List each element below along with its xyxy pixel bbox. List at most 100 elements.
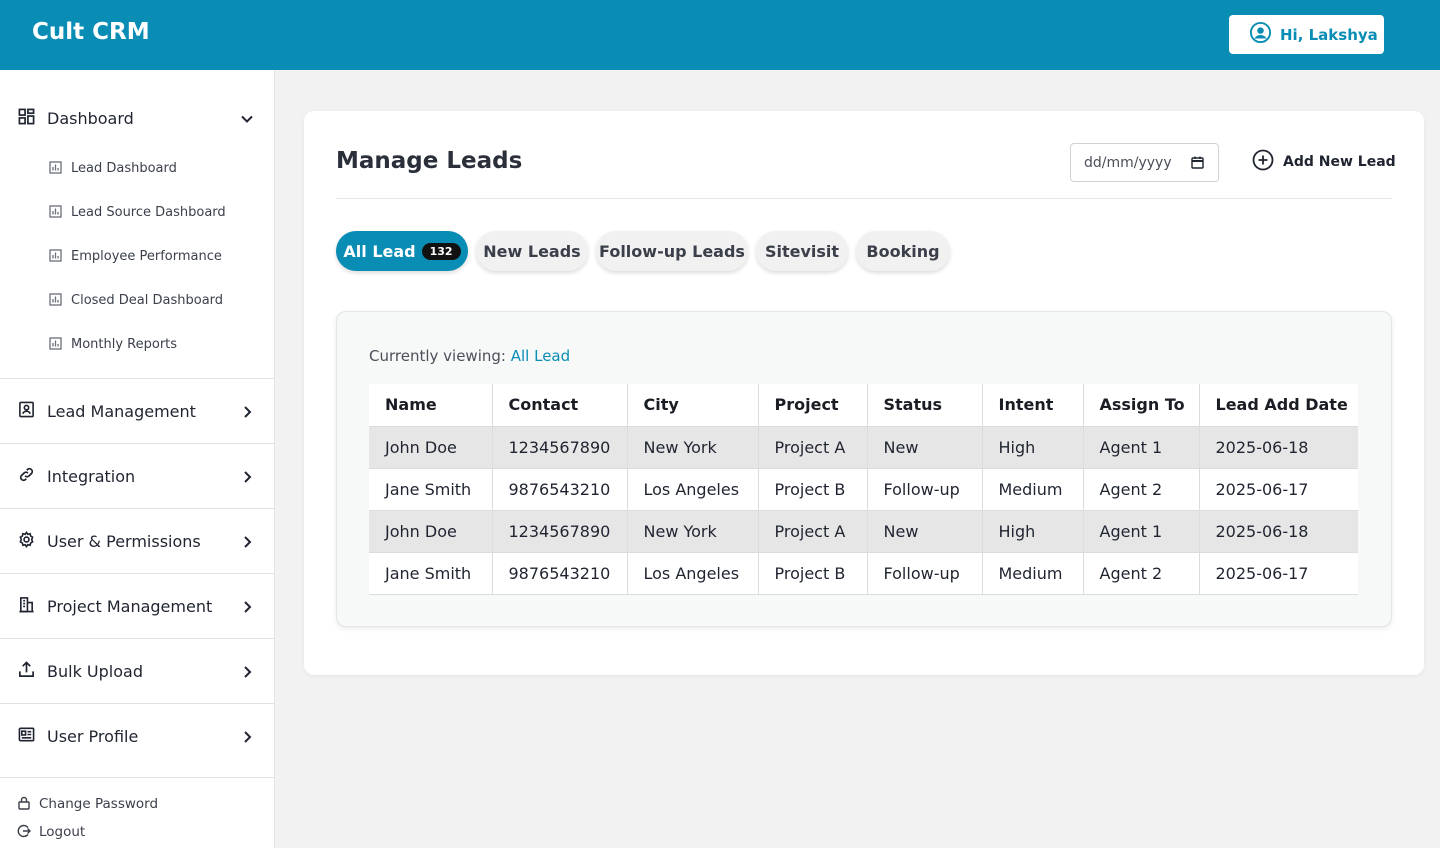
sidebar-item-integration[interactable]: Integration: [0, 443, 274, 508]
sidebar-item-user-permissions[interactable]: User & Permissions: [0, 508, 274, 573]
sidebar-item-lead-dashboard[interactable]: Lead Dashboard: [49, 158, 269, 178]
cell-project: Project A: [758, 510, 868, 553]
cell-status: Follow-up: [867, 552, 983, 595]
sidebar-item-lead-management[interactable]: Lead Management: [0, 378, 274, 443]
sidebar-item-user-profile[interactable]: User Profile: [0, 703, 274, 768]
sidebar-item-employee-performance[interactable]: Employee Performance: [49, 246, 269, 266]
manage-leads-card: Manage Leads dd/mm/yyyy Add New Lead All…: [304, 111, 1424, 675]
chevron-right-icon: [240, 664, 254, 683]
change-password-link[interactable]: Change Password: [17, 795, 158, 813]
plus-circle-icon: [1252, 149, 1274, 175]
cell-project: Project B: [758, 552, 868, 595]
sidebar-footer-divider: [0, 777, 274, 778]
gear-icon: [18, 530, 35, 552]
cell-intent: High: [982, 426, 1084, 469]
chevron-down-icon[interactable]: [240, 111, 254, 130]
cell-name: Jane Smith: [369, 552, 493, 595]
cell-city: Los Angeles: [627, 552, 759, 595]
sidebar-item-monthly-reports[interactable]: Monthly Reports: [49, 334, 269, 354]
cell-lead-add-date: 2025-06-17: [1199, 552, 1358, 595]
sidebar-item-lead-source-dashboard[interactable]: Lead Source Dashboard: [49, 202, 269, 222]
cell-lead-add-date: 2025-06-17: [1199, 468, 1358, 511]
app-title: Cult CRM: [32, 19, 150, 45]
tab-sitevisit[interactable]: Sitevisit: [756, 231, 848, 271]
tab-label: New Leads: [483, 241, 581, 261]
column-header[interactable]: City: [627, 384, 759, 427]
link-icon: [18, 466, 35, 487]
logout-link[interactable]: Logout: [17, 823, 85, 841]
column-header[interactable]: Intent: [982, 384, 1084, 427]
chevron-right-icon: [240, 729, 254, 748]
leads-panel: Currently viewing: All Lead Name Contact…: [336, 311, 1392, 627]
chevron-right-icon: [240, 469, 254, 488]
tab-label: Booking: [866, 241, 940, 261]
cell-contact: 1234567890: [492, 426, 628, 469]
date-filter-input[interactable]: dd/mm/yyyy: [1070, 143, 1219, 182]
cell-contact: 9876543210: [492, 468, 628, 511]
tab-booking[interactable]: Booking: [856, 231, 950, 271]
table-row[interactable]: John Doe 1234567890 New York Project A N…: [369, 510, 1358, 553]
viewing-value: All Lead: [510, 347, 571, 365]
cell-name: John Doe: [369, 426, 493, 469]
tab-new-leads[interactable]: New Leads: [476, 231, 588, 271]
add-new-lead-button[interactable]: Add New Lead: [1252, 149, 1396, 175]
calendar-icon[interactable]: [1191, 156, 1204, 173]
sidebar-item-label: User Profile: [47, 726, 139, 746]
tab-all-lead[interactable]: All Lead 132: [336, 231, 468, 271]
sidebar-item-bulk-upload[interactable]: Bulk Upload: [0, 638, 274, 703]
logout-label: Logout: [39, 824, 86, 840]
viewing-prefix: Currently viewing:: [369, 347, 506, 365]
sidebar-subitem-label: Lead Dashboard: [71, 160, 177, 176]
logout-icon: [17, 823, 31, 842]
lock-icon: [17, 795, 31, 814]
upload-icon: [18, 660, 35, 682]
table-row[interactable]: Jane Smith 9876543210 Los Angeles Projec…: [369, 468, 1358, 511]
sidebar-item-project-management[interactable]: Project Management: [0, 573, 274, 638]
column-header[interactable]: Name: [369, 384, 493, 427]
chevron-right-icon: [240, 599, 254, 618]
sidebar-subitem-label: Employee Performance: [71, 248, 222, 264]
cell-assign-to: Agent 1: [1083, 426, 1200, 469]
cell-status: Follow-up: [867, 468, 983, 511]
chevron-right-icon: [240, 534, 254, 553]
cell-contact: 9876543210: [492, 552, 628, 595]
cell-project: Project B: [758, 468, 868, 511]
column-header[interactable]: Assign To: [1083, 384, 1200, 427]
date-placeholder: dd/mm/yyyy: [1084, 154, 1172, 171]
tab-label: Sitevisit: [764, 241, 840, 261]
building-icon: [18, 596, 35, 617]
profile-card-icon: [18, 726, 35, 747]
cell-project: Project A: [758, 426, 868, 469]
column-header[interactable]: Lead Add Date: [1199, 384, 1358, 427]
cell-city: New York: [627, 510, 759, 553]
sidebar-subitem-label: Monthly Reports: [71, 336, 178, 352]
table-row[interactable]: Jane Smith 9876543210 Los Angeles Projec…: [369, 552, 1358, 595]
leads-table: Name Contact City Project Status Intent …: [369, 384, 1358, 595]
lead-count-badge: 132: [421, 242, 461, 260]
column-header[interactable]: Project: [758, 384, 868, 427]
sidebar-item-dashboard[interactable]: Dashboard: [18, 108, 258, 128]
cell-name: Jane Smith: [369, 468, 493, 511]
tab-label: All Lead: [343, 241, 416, 261]
cell-status: New: [867, 510, 983, 553]
sidebar-item-label: Integration: [47, 466, 136, 486]
user-greeting: Hi, Lakshya: [1280, 25, 1378, 44]
top-header: Cult CRM Hi, Lakshya: [0, 0, 1440, 70]
chart-icon: [49, 335, 62, 354]
cell-lead-add-date: 2025-06-18: [1199, 510, 1358, 553]
column-header[interactable]: Status: [867, 384, 983, 427]
chevron-right-icon: [240, 404, 254, 423]
chart-icon: [49, 247, 62, 266]
sidebar-item-label: Dashboard: [47, 108, 134, 128]
header-divider: [336, 198, 1392, 199]
sidebar-item-closed-deal-dashboard[interactable]: Closed Deal Dashboard: [49, 290, 269, 310]
cell-city: New York: [627, 426, 759, 469]
user-menu-button[interactable]: Hi, Lakshya: [1229, 15, 1384, 54]
table-row[interactable]: John Doe 1234567890 New York Project A N…: [369, 426, 1358, 469]
cell-name: John Doe: [369, 510, 493, 553]
column-header[interactable]: Contact: [492, 384, 628, 427]
cell-assign-to: Agent 2: [1083, 552, 1200, 595]
tab-follow-up-leads[interactable]: Follow-up Leads: [596, 231, 748, 271]
cell-assign-to: Agent 2: [1083, 468, 1200, 511]
cell-intent: High: [982, 510, 1084, 553]
